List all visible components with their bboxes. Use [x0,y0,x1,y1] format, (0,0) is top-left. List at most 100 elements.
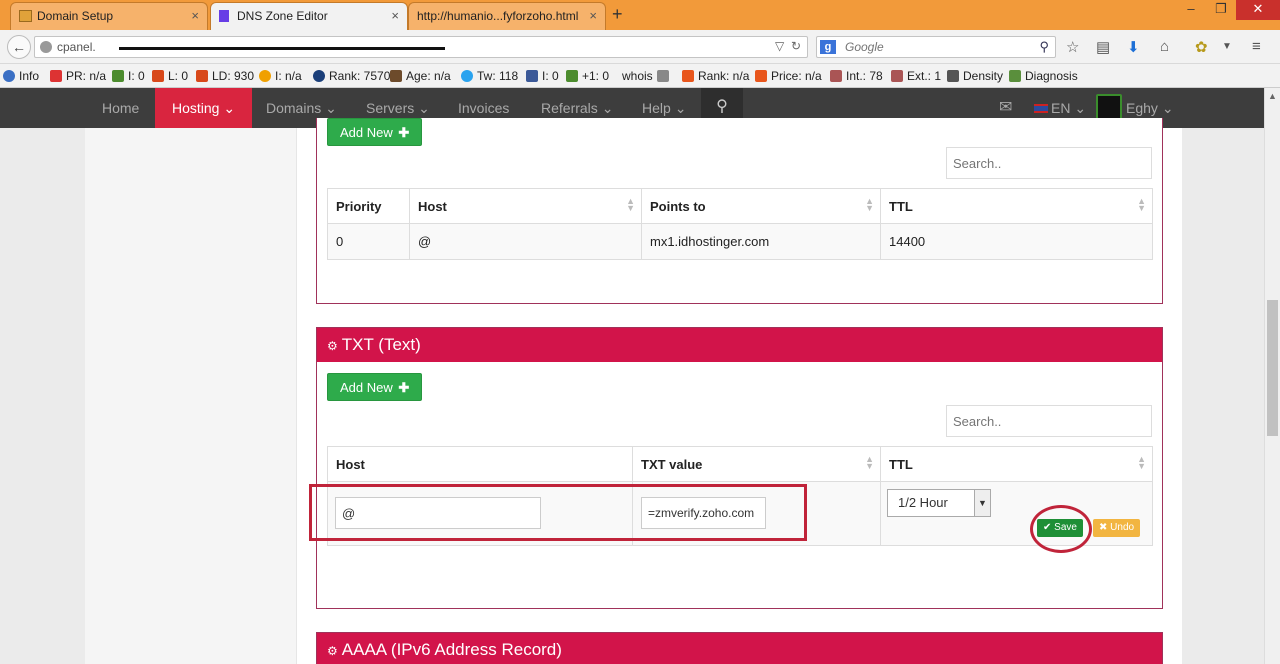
facebook-icon [526,70,538,82]
addon-price[interactable]: Price: n/a [755,69,822,83]
browser-tab-bar: Domain Setup × DNS Zone Editor × http://… [0,0,1280,30]
reading-list-icon[interactable]: ▤ [1096,38,1110,56]
avatar[interactable] [1096,94,1122,120]
cell-priority: 0 [327,223,410,260]
close-icon[interactable]: × [391,3,399,29]
close-icon[interactable]: × [589,3,597,29]
bookmark-star-icon[interactable]: ☆ [1066,38,1079,56]
download-icon[interactable]: ⬇ [1127,38,1140,56]
dropdown-arrow-icon[interactable]: ▽ [775,39,784,53]
column-header[interactable]: Points to ▲ ▼ [641,188,881,224]
browser-tab-dns-zone-editor[interactable]: DNS Zone Editor × [210,2,408,30]
addon-facebook[interactable]: I: 0 [526,69,559,83]
mx-search-input[interactable] [946,147,1152,179]
chevron-down-icon: ⌄ [223,100,236,116]
addon-bing-index[interactable]: I: n/a [259,69,302,83]
density-icon [947,70,959,82]
addon-external-links[interactable]: Ext.: 1 [891,69,941,83]
addon-info[interactable]: Info [3,69,39,83]
addon-google-index[interactable]: I: 0 [112,69,145,83]
extension-gear-icon[interactable]: ✿ [1195,38,1208,56]
minimize-icon[interactable]: – [1176,0,1206,20]
pagerank-icon [50,70,62,82]
page-content: Add New ✚ Priority Host▲▼ Points to▲▼ TT… [85,118,1182,664]
plus-icon: ✚ [398,125,410,140]
nav-hosting[interactable]: Hosting ⌄ [155,88,253,128]
bing-icon [259,70,271,82]
search-input[interactable] [845,39,1035,55]
search-icon[interactable]: ⚲ [1039,39,1049,55]
table-header-row: Priority Host ▲ ▼ Points to ▲ ▼ TTL ▲ ▼ [327,188,1153,224]
ttl-select[interactable]: 1/2 Hour ▼ [887,489,991,517]
home-icon[interactable]: ⌂ [1160,38,1169,55]
mx-add-new-button[interactable]: Add New ✚ [327,118,423,146]
addon-density[interactable]: Density [947,69,1003,83]
cell-points-to: mx1.idhostinger.com [641,223,881,260]
internal-links-icon [830,70,842,82]
txt-add-new-button[interactable]: Add New ✚ [327,373,423,401]
linkdomains-icon [196,70,208,82]
undo-button[interactable]: ✖ Undo [1093,519,1141,537]
seo-addon-bar: Info PR: n/a I: 0 L: 0 LD: 930 I: n/a Ra… [0,64,1280,88]
addon-links[interactable]: L: 0 [152,69,188,83]
cogs-icon: ⚙ [327,339,338,353]
sort-icon: ▲ ▼ [865,454,874,471]
addon-ld[interactable]: LD: 930 [196,69,254,83]
external-links-icon [891,70,903,82]
txt-search-input[interactable] [946,405,1152,437]
browser-tab-domain-setup[interactable]: Domain Setup × [10,2,208,30]
aaaa-panel-header: ⚙ AAAA (IPv6 Address Record) [317,633,1162,664]
source-code-icon [656,70,669,82]
column-header[interactable]: Host [327,446,633,482]
table-row[interactable]: 0 @ mx1.idhostinger.com 14400 [327,223,1153,260]
addon-diagnosis[interactable]: Diagnosis [1009,69,1078,83]
site-info-icon[interactable] [40,41,52,53]
scroll-up-icon[interactable]: ▲ [1265,88,1280,104]
addon-age[interactable]: Age: n/a [390,69,451,83]
column-header[interactable]: Host ▲ ▼ [409,188,642,224]
addon-twitter[interactable]: Tw: 118 [461,69,518,83]
sort-icon: ▲ ▼ [626,196,635,213]
addon-semrush-rank[interactable]: Rank: n/a [682,69,749,83]
envelope-icon [19,10,32,22]
redaction-scribble [119,47,445,50]
back-icon[interactable]: ← [7,35,31,59]
addon-whois[interactable]: whois [622,69,673,83]
tab-title: Domain Setup [37,9,114,23]
tab-title: http://humanio...fyforzoho.html [417,9,579,23]
column-header[interactable]: TTL ▲ ▼ [880,188,1153,224]
column-header[interactable]: TTL ▲ ▼ [880,446,1153,482]
column-header[interactable]: TXT value ▲ ▼ [632,446,881,482]
info-icon [3,70,15,82]
addon-google-plus[interactable]: +1: 0 [566,69,609,83]
txt-panel-header: ⚙ TXT (Text) [317,328,1162,362]
cogs-icon: ⚙ [327,644,338,658]
google-plus-icon [566,70,578,82]
new-tab-icon[interactable]: + [612,4,623,25]
window-close-icon[interactable]: ✕ [1236,0,1280,20]
page-scrollbar[interactable]: ▲ [1264,88,1280,664]
hostinger-logo-icon [219,10,229,22]
addon-pr[interactable]: PR: n/a [50,69,106,83]
chevron-down-icon: ⌄ [1074,100,1087,116]
search-bar[interactable]: g ⚲ [816,36,1056,58]
restore-icon[interactable]: ❐ [1206,0,1236,20]
url-text: cpanel. [57,40,96,54]
close-icon[interactable]: × [191,3,199,29]
aaaa-records-panel: ⚙ AAAA (IPv6 Address Record) [316,632,1163,664]
plus-icon: ✚ [398,380,410,395]
menu-icon[interactable]: ≡ [1252,38,1261,55]
addon-internal-links[interactable]: Int.: 78 [830,69,883,83]
nav-home[interactable]: Home [102,88,139,128]
google-engine-icon[interactable]: g [820,40,836,54]
scrollbar-thumb[interactable] [1267,300,1278,436]
addon-alexa-rank[interactable]: Rank: 7570 [313,69,390,83]
url-bar[interactable]: cpanel. ▽ ↻ [34,36,808,58]
chevron-down-icon: ⌄ [601,100,614,116]
chevron-down-icon[interactable]: ▼ [1222,41,1232,52]
chevron-down-icon: ⌄ [325,100,337,116]
archive-icon [390,70,402,82]
column-header[interactable]: Priority [327,188,410,224]
browser-tab-humanio[interactable]: http://humanio...fyforzoho.html × [408,2,606,30]
reload-icon[interactable]: ↻ [791,39,801,53]
